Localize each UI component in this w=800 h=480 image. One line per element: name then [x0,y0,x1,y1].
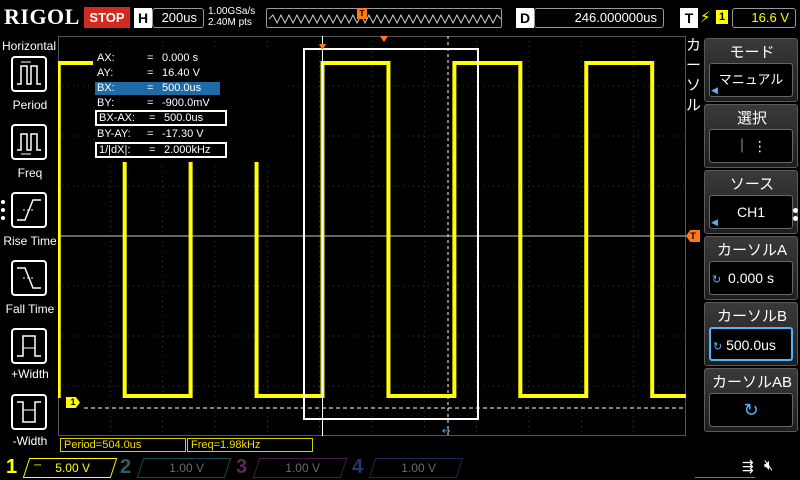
cursor-ab-title: カーソルAB [711,374,792,391]
cursor-readout-panel: AX: = 0.000 s AY: = 16.40 V BX: = 500.0us BY: =… [93,50,287,162]
positive-width-button[interactable] [11,328,47,364]
highlight-box [303,48,479,420]
readout-row-bx: BX: = 500.0us [95,82,220,95]
negative-width-icon [17,401,41,423]
cursor-a-value[interactable]: ↻ 0.000 s [709,261,793,295]
freq-measurement[interactable]: Freq=1.98kHz [187,438,313,452]
trigger-level-marker[interactable]: T [686,230,700,242]
period-label: Period [12,98,48,112]
channel-4-tab[interactable]: 4 1.00 V [350,456,464,478]
knob-icon: ↻ [712,274,722,286]
positive-width-icon [17,335,41,357]
select-title: 選択 [736,110,767,127]
cursor-ab-menu[interactable]: カーソルAB ↻ [704,368,798,432]
source-value-text: CH1 [736,204,765,220]
channel-1-tab[interactable]: 1 ⎓ 5.00 V [4,456,118,478]
left-arrow-icon: ◀ [711,217,718,227]
horizontal-measure-panel: Horizontal Period Freq Rise Time Fall Ti… [0,36,58,454]
channel-bar: 1 ⎓ 5.00 V 2 1.00 V 3 1.00 V 4 1.00 V ⇶ … [0,454,800,480]
cursor-b-value[interactable]: ↻ 500.0us [709,327,793,361]
trigger-source: 1 [716,10,728,24]
negative-width-button[interactable] [11,394,47,430]
left-arrow-icon: ◀ [711,85,718,95]
cursor-b-bottom-marker: ↔ [442,426,450,436]
panel-title: Horizontal [2,39,57,53]
channel-4-scale: 1.00 V [401,461,436,475]
memory-overview-bar [266,8,502,28]
fall-time-button[interactable] [11,260,47,296]
mode-title: モード [729,44,775,61]
channel-3-scale: 1.00 V [285,461,320,475]
mode-value[interactable]: ◀ マニュアル [709,63,793,97]
speaker-mute-icon[interactable]: 🔇︎ [764,457,773,474]
cursor-a-menu[interactable]: カーソルA ↻ 0.000 s [704,236,798,300]
trigger-level-text: 16.6 V [751,10,789,25]
page-indicator [1,200,7,224]
freq-label: Freq [17,166,43,180]
rigol-logo: RIGOL [4,4,80,29]
fall-time-icon [17,267,41,289]
trigger-edge-icon: ⚡ [700,9,711,26]
memory-waveform-icon [268,13,502,25]
channel-1-scale: 5.00 V [55,461,90,475]
trigger-key: T [680,8,698,28]
readout-row-delta-x: BX-AX: = 500.0us [95,110,227,126]
delay-key: D [516,8,534,28]
source-menu[interactable]: ソース ◀ CH1 [704,170,798,234]
channel-3-tab[interactable]: 3 1.00 V [234,456,348,478]
timebase-key: H [134,8,152,28]
source-title: ソース [729,176,775,193]
menu-title-text: カーソル [686,37,702,114]
rise-time-button[interactable] [11,192,47,228]
run-stop-indicator[interactable]: STOP [84,7,130,28]
acquisition-info: 1.00GSa/s 2.40M pts [208,6,255,28]
trigger-position-arrow [380,36,388,42]
menu-page-dot [793,216,798,221]
trigger-level[interactable]: 16.6 V [732,8,796,28]
readout-row-inverse-dx: 1/|dX|: = 2.000kHz [95,142,227,158]
memory-depth: 2.40M pts [208,17,252,28]
freq-icon [17,133,41,155]
waveform-display[interactable]: ↔ AX: = 0.000 s AY: = 16.40 V BX: = 500.0us BY… [58,36,686,436]
channel-2-tab[interactable]: 2 1.00 V [118,456,232,478]
rise-time-label: Rise Time [3,234,57,248]
cursor-a-title: カーソルA [716,242,787,259]
cursor-b-menu[interactable]: カーソルB ↻ 500.0us [704,302,798,366]
negative-width-label: -Width [12,434,48,448]
period-button[interactable] [11,56,47,92]
period-measurement[interactable]: Period=504.0us [60,438,186,452]
top-status-bar: RIGOL STOP H 200us 1.00GSa/s 2.40M pts T… [0,0,800,36]
channel-2-scale: 1.00 V [169,461,204,475]
menu-page-dot [793,208,798,213]
fall-time-label: Fall Time [5,302,55,316]
cursor-menu: モード ◀ マニュアル 選択 ｜ ⋮ ソース ◀ CH1 カーソルA ↻ 0.0… [704,36,800,432]
sample-rate: 1.00GSa/s [208,6,256,17]
source-value[interactable]: ◀ CH1 [709,195,793,229]
cursor-ab-knob-icon[interactable]: ↻ [709,393,793,427]
mode-menu[interactable]: モード ◀ マニュアル [704,38,798,102]
cursor-a-value-text: 0.000 s [728,270,774,286]
trigger-position-marker[interactable]: T [357,8,367,19]
freq-button[interactable] [11,124,47,160]
rise-time-icon [17,199,41,221]
status-frame [694,456,766,478]
select-menu[interactable]: 選択 ｜ ⋮ [704,104,798,168]
positive-width-label: +Width [11,367,49,381]
cursor-b-title: カーソルB [716,308,787,325]
delay-value[interactable]: 246.000000us [534,8,664,28]
usb-icon: ⇶ [742,458,754,474]
period-icon [17,61,41,85]
mode-value-text: マニュアル [718,72,784,87]
select-value[interactable]: ｜ ⋮ [709,129,793,163]
knob-icon: ↻ [713,341,723,353]
cursor-b-value-text: 500.0us [726,337,776,353]
menu-title-cursor: カーソル [686,36,704,136]
timebase-value[interactable]: 200us [152,8,204,28]
